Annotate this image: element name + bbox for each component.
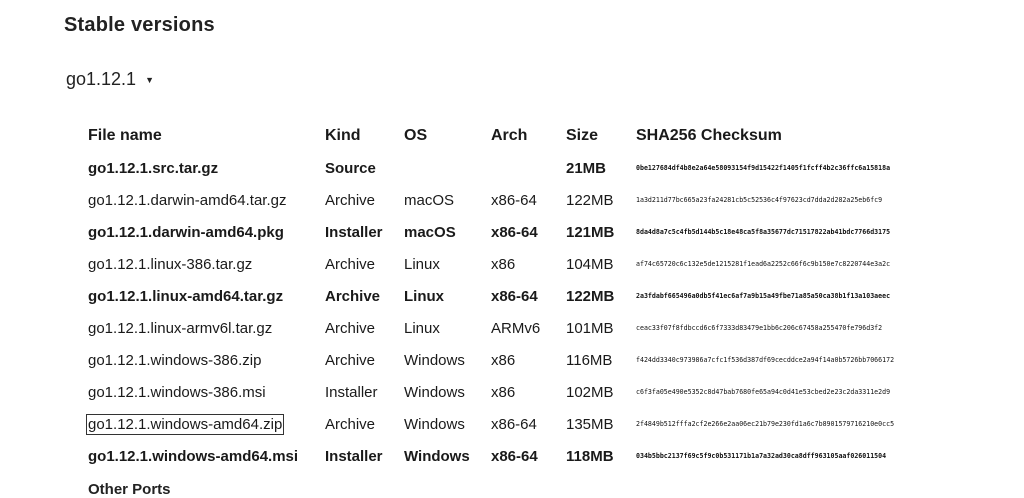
size-cell: 122MB: [566, 287, 615, 305]
header-arch: Arch: [491, 127, 528, 144]
checksum-cell: 034b5bbc2137f69c5f9c0b531171b1a7a32ad30c…: [636, 452, 887, 460]
downloads-table: File name Kind OS Arch Size SHA256 Check…: [80, 120, 974, 472]
download-link[interactable]: go1.12.1.linux-386.tar.gz: [88, 256, 252, 273]
file-name-cell: go1.12.1.windows-386.zip: [80, 344, 317, 376]
header-file-name: File name: [88, 127, 162, 144]
arch-cell: x86: [491, 351, 516, 369]
caret-down-icon[interactable]: ▼: [145, 76, 154, 85]
checksum-cell: 2a3fdabf665496a0db5f41ec6af7a9b15a49fbe7…: [636, 292, 891, 300]
file-name-cell: go1.12.1.linux-amd64.tar.gz: [80, 280, 317, 312]
arch-cell: x86-64: [491, 191, 537, 209]
size-cell: 21MB: [566, 159, 607, 177]
checksum-cell: af74c65720c6c132e5de1215281f1ead6a2252c6…: [636, 260, 891, 268]
checksum-cell: 1a3d211d77bc665a23fa24281cb5c52536c4f976…: [636, 196, 883, 204]
size-cell: 101MB: [566, 319, 614, 337]
download-link[interactable]: go1.12.1.src.tar.gz: [88, 160, 218, 177]
kind-cell: Archive: [325, 191, 376, 209]
os-cell: Windows: [404, 447, 470, 465]
size-cell: 122MB: [566, 191, 614, 209]
arch-cell: [483, 152, 558, 184]
os-cell: Windows: [404, 415, 465, 433]
header-checksum: SHA256 Checksum: [636, 127, 782, 144]
download-link[interactable]: go1.12.1.windows-amd64.msi: [88, 448, 298, 465]
header-size: Size: [566, 127, 599, 144]
arch-cell: x86: [491, 255, 516, 273]
version-label[interactable]: go1.12.1: [66, 69, 136, 90]
table-row: go1.12.1.windows-amd64.zip Archive Windows…: [80, 408, 974, 440]
os-cell: Linux: [404, 255, 440, 273]
download-link[interactable]: go1.12.1.darwin-amd64.tar.gz: [88, 192, 286, 209]
kind-cell: Archive: [325, 415, 376, 433]
size-cell: 104MB: [566, 255, 614, 273]
os-cell: Linux: [404, 287, 444, 305]
arch-cell: x86: [491, 383, 516, 401]
checksum-cell: ceac33f07f8fdbccd6c6f7333d83479e1bb6c206…: [636, 324, 883, 332]
table-row: go1.12.1.darwin-amd64.pkg Installer macOS x…: [80, 216, 974, 248]
file-name-cell: go1.12.1.windows-amd64.msi: [80, 440, 317, 472]
arch-cell: x86-64: [491, 223, 538, 241]
table-row: go1.12.1.linux-armv6l.tar.gz Archive Linux…: [80, 312, 974, 344]
downloads-table-body: go1.12.1.src.tar.gz Source 21MB 0be127684df…: [80, 152, 974, 472]
table-row: go1.12.1.windows-amd64.msi Installer Windo…: [80, 440, 974, 472]
os-cell: Windows: [404, 351, 465, 369]
size-cell: 116MB: [566, 351, 613, 369]
kind-cell: Source: [325, 159, 376, 177]
other-ports-heading: Other Ports: [88, 481, 171, 498]
download-link[interactable]: go1.12.1.windows-amd64.zip: [85, 413, 285, 435]
file-name-cell: go1.12.1.linux-386.tar.gz: [80, 248, 317, 280]
file-name-cell: go1.12.1.darwin-amd64.tar.gz: [80, 184, 317, 216]
kind-cell: Archive: [325, 287, 381, 305]
table-row: go1.12.1.darwin-amd64.tar.gz Archive macOS…: [80, 184, 974, 216]
download-link[interactable]: go1.12.1.linux-armv6l.tar.gz: [88, 320, 272, 337]
kind-cell: Archive: [325, 351, 376, 369]
os-cell: macOS: [404, 223, 456, 241]
downloads-table-header: File name Kind OS Arch Size SHA256 Check…: [80, 120, 974, 152]
download-link[interactable]: go1.12.1.windows-386.zip: [88, 352, 261, 369]
size-cell: 121MB: [566, 223, 615, 241]
size-cell: 102MB: [566, 383, 614, 401]
download-link[interactable]: go1.12.1.windows-386.msi: [88, 384, 266, 401]
checksum-cell: 2f4849b512fffa2cf2e266e2aa06ec21b79e230f…: [636, 420, 895, 428]
arch-cell: x86-64: [491, 447, 538, 465]
os-cell: macOS: [404, 191, 455, 209]
size-cell: 135MB: [566, 415, 614, 433]
arch-cell: x86-64: [491, 415, 537, 433]
os-cell: Linux: [404, 319, 440, 337]
os-cell: Windows: [404, 383, 465, 401]
version-toggle[interactable]: go1.12.1 ▼: [66, 69, 154, 90]
os-cell: [396, 152, 483, 184]
arch-cell: x86-64: [491, 287, 538, 305]
download-link[interactable]: go1.12.1.darwin-amd64.pkg: [88, 224, 284, 241]
size-cell: 118MB: [566, 447, 614, 465]
checksum-cell: 0be127684df4b8e2a64e58093154f9d15422f140…: [636, 164, 891, 172]
table-row: go1.12.1.linux-amd64.tar.gz Archive Linux x…: [80, 280, 974, 312]
checksum-cell: 8da4d8a7c5c4fb5d144b5c18e48ca5f8a35677dc…: [636, 228, 891, 236]
kind-cell: Archive: [325, 319, 376, 337]
kind-cell: Installer: [325, 447, 383, 465]
file-name-cell: go1.12.1.darwin-amd64.pkg: [80, 216, 317, 248]
header-os: OS: [404, 127, 428, 144]
table-row: go1.12.1.linux-386.tar.gz Archive Linux x86…: [80, 248, 974, 280]
table-row: go1.12.1.src.tar.gz Source 21MB 0be127684df…: [80, 152, 974, 184]
file-name-cell: go1.12.1.windows-386.msi: [80, 376, 317, 408]
checksum-cell: f424dd3340c973986a7cfc1f536d387df69cecdd…: [636, 356, 895, 364]
checksum-cell: c6f3fa05e490e5352c8d47bab7680fe65a94c0d4…: [636, 388, 891, 396]
section-title: Stable versions: [64, 14, 215, 36]
table-row: go1.12.1.windows-386.msi Installer Windows…: [80, 376, 974, 408]
header-row: File name Kind OS Arch Size SHA256 Check…: [80, 120, 974, 152]
kind-cell: Archive: [325, 255, 376, 273]
file-name-cell: go1.12.1.linux-armv6l.tar.gz: [80, 312, 317, 344]
file-name-cell: go1.12.1.src.tar.gz: [80, 152, 317, 184]
header-kind: Kind: [325, 127, 361, 144]
kind-cell: Installer: [325, 223, 383, 241]
table-row: go1.12.1.windows-386.zip Archive Windows x8…: [80, 344, 974, 376]
file-name-cell: go1.12.1.windows-amd64.zip: [80, 408, 317, 440]
download-link[interactable]: go1.12.1.linux-amd64.tar.gz: [88, 288, 283, 305]
arch-cell: ARMv6: [491, 319, 541, 337]
kind-cell: Installer: [325, 383, 378, 401]
